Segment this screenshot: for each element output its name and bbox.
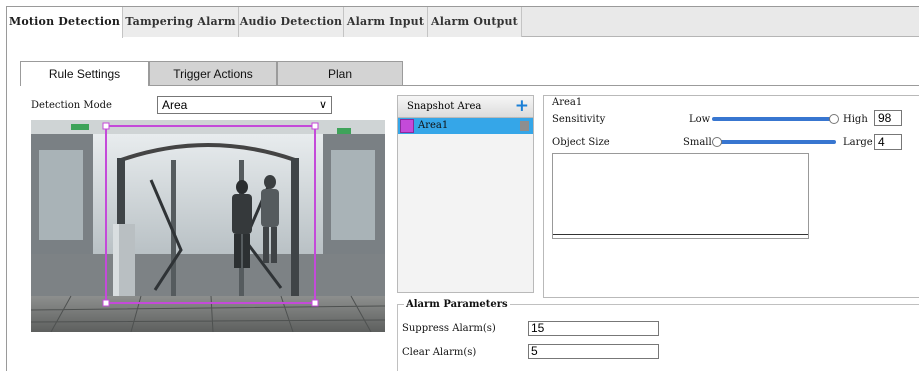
suppress-alarm-label: Suppress Alarm(s) [402, 323, 496, 334]
object-size-small-label: Small [683, 137, 712, 148]
plus-icon[interactable]: + [515, 97, 529, 115]
detection-mode-value: Area [162, 98, 188, 112]
sensitivity-label: Sensitivity [552, 114, 606, 125]
top-tab-bar: Motion Detection Tampering Alarm Audio D… [7, 7, 919, 38]
tab-rule-settings[interactable]: Rule Settings [20, 61, 149, 86]
camera-scene-image [31, 120, 385, 332]
tab-alarm-input[interactable]: Alarm Input [344, 7, 428, 37]
snapshot-area-title: Snapshot Area [407, 101, 482, 112]
area-color-swatch [400, 119, 414, 133]
detection-mode-select[interactable]: Area ∨ [157, 96, 332, 114]
alarm-parameters-title: Alarm Parameters [404, 299, 510, 310]
object-size-label: Object Size [552, 137, 610, 148]
tab-plan[interactable]: Plan [277, 61, 403, 85]
object-size-slider-handle[interactable] [711, 137, 722, 147]
detection-mode-label: Detection Mode [31, 100, 112, 111]
object-size-input[interactable]: 4 [874, 134, 902, 150]
object-size-preview [552, 153, 809, 239]
camera-snapshot[interactable] [31, 120, 385, 332]
tab-tampering-alarm[interactable]: Tampering Alarm [123, 7, 239, 37]
tab-trigger-actions[interactable]: Trigger Actions [149, 61, 277, 85]
clear-alarm-label: Clear Alarm(s) [402, 347, 477, 358]
object-size-preview-baseline [553, 234, 808, 235]
sensitivity-input[interactable]: 98 [874, 110, 902, 126]
snapshot-area-header: Snapshot Area + [398, 96, 533, 118]
area-title: Area1 [552, 97, 583, 108]
clear-alarm-input[interactable]: 5 [528, 344, 659, 359]
object-size-slider[interactable] [712, 140, 836, 144]
sensitivity-low-label: Low [689, 114, 711, 125]
snapshot-area-panel: Snapshot Area + Area1 [397, 95, 534, 293]
suppress-alarm-input[interactable]: 15 [528, 321, 659, 336]
alarm-parameters-panel [397, 304, 919, 371]
subtab-divider [20, 85, 919, 86]
snapshot-area-item-label: Area1 [418, 120, 449, 131]
sensitivity-high-label: High [843, 114, 868, 125]
tab-motion-detection[interactable]: Motion Detection [7, 7, 123, 38]
chevron-down-icon: ∨ [318, 99, 327, 111]
object-size-large-label: Large [843, 137, 873, 148]
trash-icon[interactable] [520, 121, 529, 131]
tab-alarm-output[interactable]: Alarm Output [428, 7, 522, 37]
snapshot-area-item-area1[interactable]: Area1 [398, 118, 533, 134]
tab-audio-detection[interactable]: Audio Detection [239, 7, 344, 37]
sensitivity-slider[interactable] [712, 117, 836, 121]
sensitivity-slider-handle[interactable] [828, 114, 839, 124]
